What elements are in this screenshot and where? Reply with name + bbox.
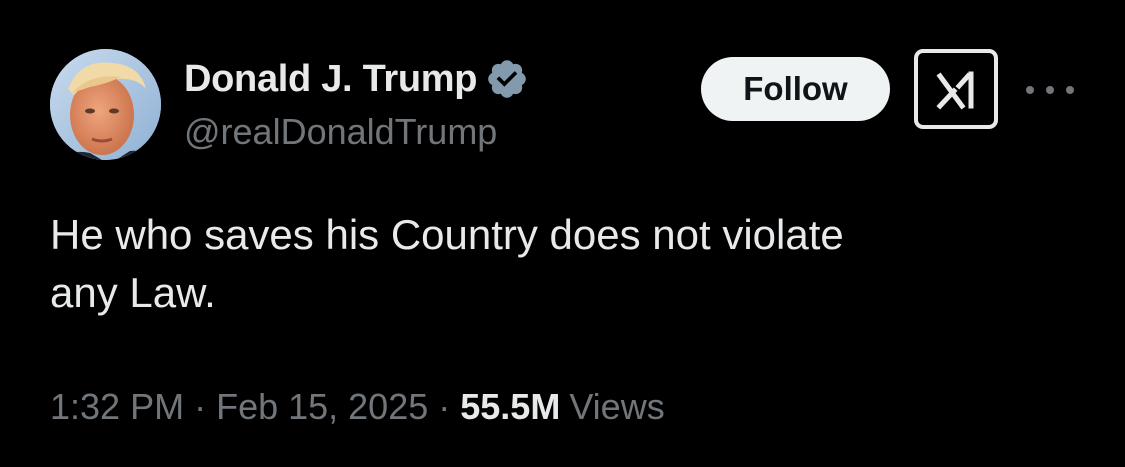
avatar[interactable]: [50, 49, 161, 160]
tweet-card: Donald J. Trump @realDonaldTrump Follow …: [0, 0, 1125, 467]
tweet-time[interactable]: 1:32 PM: [50, 386, 184, 428]
profile-photo: [50, 49, 161, 160]
follow-button[interactable]: Follow: [701, 57, 890, 121]
user-handle[interactable]: @realDonaldTrump: [184, 111, 529, 153]
more-dot: [1046, 86, 1054, 94]
author-info: Donald J. Trump @realDonaldTrump: [184, 55, 529, 153]
tweet-text: He who saves his Country does not violat…: [50, 211, 844, 316]
display-name[interactable]: Donald J. Trump: [184, 58, 478, 101]
tweet-date[interactable]: Feb 15, 2025: [216, 386, 428, 428]
views-label: Views: [569, 386, 665, 427]
verified-badge-icon[interactable]: [485, 57, 529, 101]
grok-icon[interactable]: [914, 49, 998, 129]
tweet-metadata: 1:32 PM · Feb 15, 2025 · 55.5M Views: [50, 386, 665, 428]
separator: ·: [438, 386, 451, 427]
separator: ·: [194, 386, 207, 427]
more-dot: [1066, 86, 1074, 94]
more-options-icon[interactable]: [1026, 78, 1074, 102]
views-count[interactable]: 55.5M: [460, 386, 560, 428]
more-dot: [1026, 86, 1034, 94]
